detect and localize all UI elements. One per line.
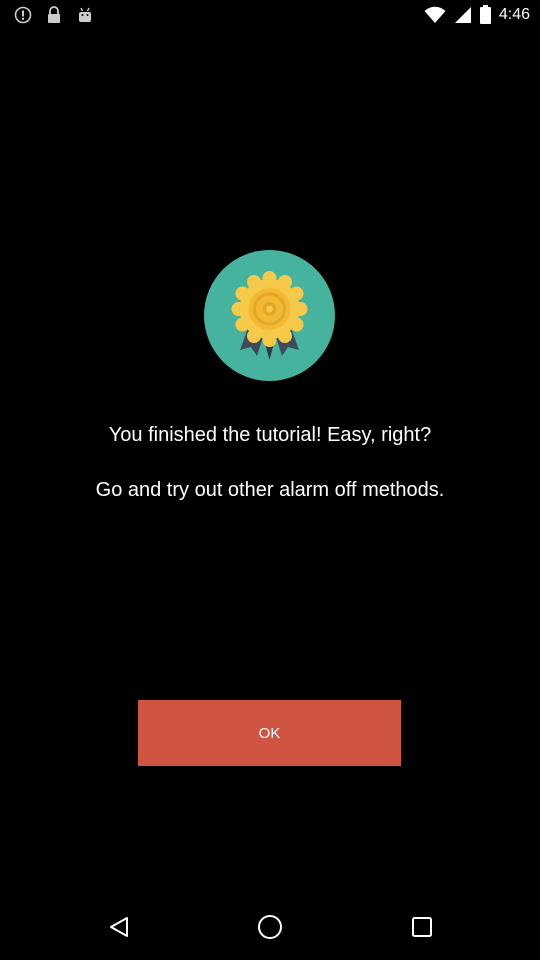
back-button[interactable] (104, 912, 134, 942)
status-left-icons (14, 6, 94, 24)
back-triangle-icon (110, 917, 128, 937)
medal-icon (204, 250, 335, 381)
medal-badge (204, 250, 335, 381)
navigation-bar (0, 896, 540, 960)
home-circle-icon (258, 915, 282, 939)
status-time: 4:46 (498, 5, 530, 23)
tutorial-subtitle: Go and try out other alarm off methods. (95, 479, 445, 501)
status-bar: 4:46 (0, 0, 540, 32)
status-right-icons: 4:46 (424, 5, 530, 24)
tutorial-title: You finished the tutorial! Easy, right? (108, 424, 432, 446)
lock-icon (48, 6, 60, 23)
recents-button[interactable] (407, 912, 437, 942)
wifi-icon (424, 6, 446, 23)
alert-circle-icon (14, 6, 32, 24)
battery-icon (479, 5, 491, 24)
home-button[interactable] (255, 912, 285, 942)
ok-button[interactable]: OK (138, 700, 401, 766)
signal-icon (454, 6, 471, 23)
android-icon (79, 7, 91, 22)
recents-square-icon (412, 917, 432, 937)
